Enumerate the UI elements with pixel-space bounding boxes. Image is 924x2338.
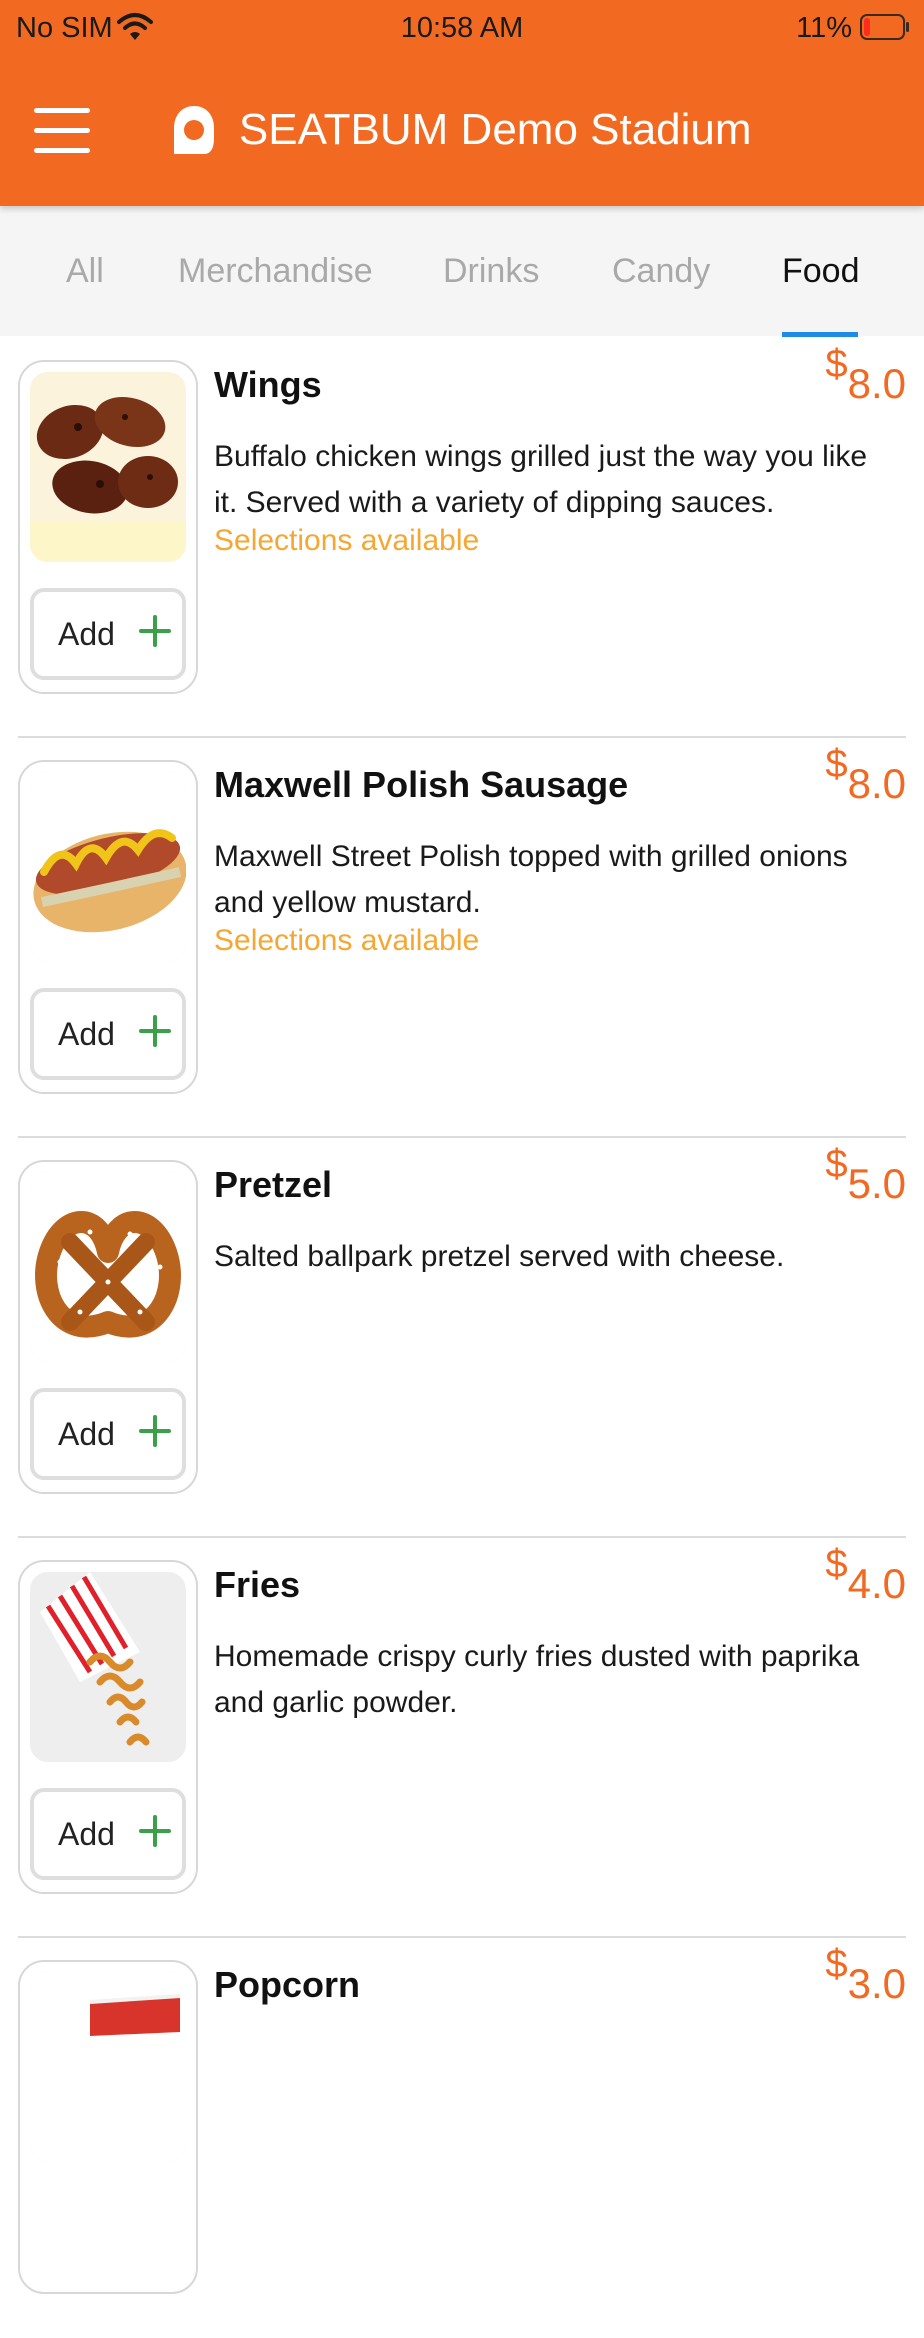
tab-food[interactable]: Food [782,252,860,291]
item-name: Maxwell Polish Sausage [214,764,629,805]
selections-available-link[interactable]: Selections available [214,924,479,958]
item-card: Add [18,1160,198,1494]
app-header: No SIM 10:58 AM 11% SEATBUM Demo Stadium [0,0,924,206]
add-button[interactable]: Add [30,1788,186,1880]
item-name: Wings [214,364,322,405]
item-image-popcorn [30,1972,186,2162]
status-bar: No SIM 10:58 AM 11% [0,0,924,58]
add-button[interactable]: Add [30,588,186,680]
menu-item: Popcorn $3.0 [0,1938,924,2338]
tab-active-indicator [782,332,858,337]
selections-available-link[interactable]: Selections available [214,524,479,558]
header-brand: SEATBUM Demo Stadium [0,104,924,156]
item-image-pretzel [30,1172,186,1362]
item-card: Add [18,1560,198,1894]
item-card: Add [18,360,198,694]
menu-item: Add Pretzel $5.0 Salted ballpark pretzel… [0,1138,924,1538]
battery-icon [860,14,909,40]
item-name: Pretzel [214,1164,333,1205]
item-description: Maxwell Street Polish topped with grille… [214,840,848,919]
item-description: Buffalo chicken wings grilled just the w… [214,440,868,519]
item-card: Add [18,760,198,1094]
plus-icon [139,1415,171,1447]
item-description: Homemade crispy curly fries dusted with … [214,1640,860,1719]
item-price: $5.0 [825,1142,906,1207]
menu-item: Add Wings $8.0 Buffalo chicken wings gri… [0,338,924,738]
tab-drinks[interactable]: Drinks [443,252,539,291]
item-price: $8.0 [825,742,906,807]
item-image-hotdog [30,772,186,962]
plus-icon [139,615,171,647]
tab-all[interactable]: All [66,252,104,291]
item-image-fries [30,1572,186,1762]
menu-item: Add Fries $4.0 Homemade crispy curly fri… [0,1538,924,1938]
item-price: $4.0 [825,1542,906,1607]
status-time: 10:58 AM [400,12,524,44]
add-button[interactable]: Add [30,1388,186,1480]
item-name: Fries [214,1564,301,1605]
plus-icon [139,1015,171,1047]
add-button[interactable]: Add [30,988,186,1080]
tab-merchandise[interactable]: Merchandise [178,252,373,291]
menu-item: Add Maxwell Polish Sausage $8.0 Maxwell … [0,738,924,1138]
item-price: $3.0 [825,1942,906,2007]
seatbum-logo-icon [174,106,215,154]
plus-icon [139,1815,171,1847]
category-tabs: All Merchandise Drinks Candy Food [0,206,924,337]
tab-candy[interactable]: Candy [612,252,710,291]
battery-percent: 11% [796,12,852,44]
item-price: $8.0 [825,342,906,407]
item-description: Salted ballpark pretzel served with chee… [214,1240,785,1273]
item-card [18,1960,198,2294]
header-title: SEATBUM Demo Stadium [238,105,752,154]
item-image-wings [30,372,186,562]
